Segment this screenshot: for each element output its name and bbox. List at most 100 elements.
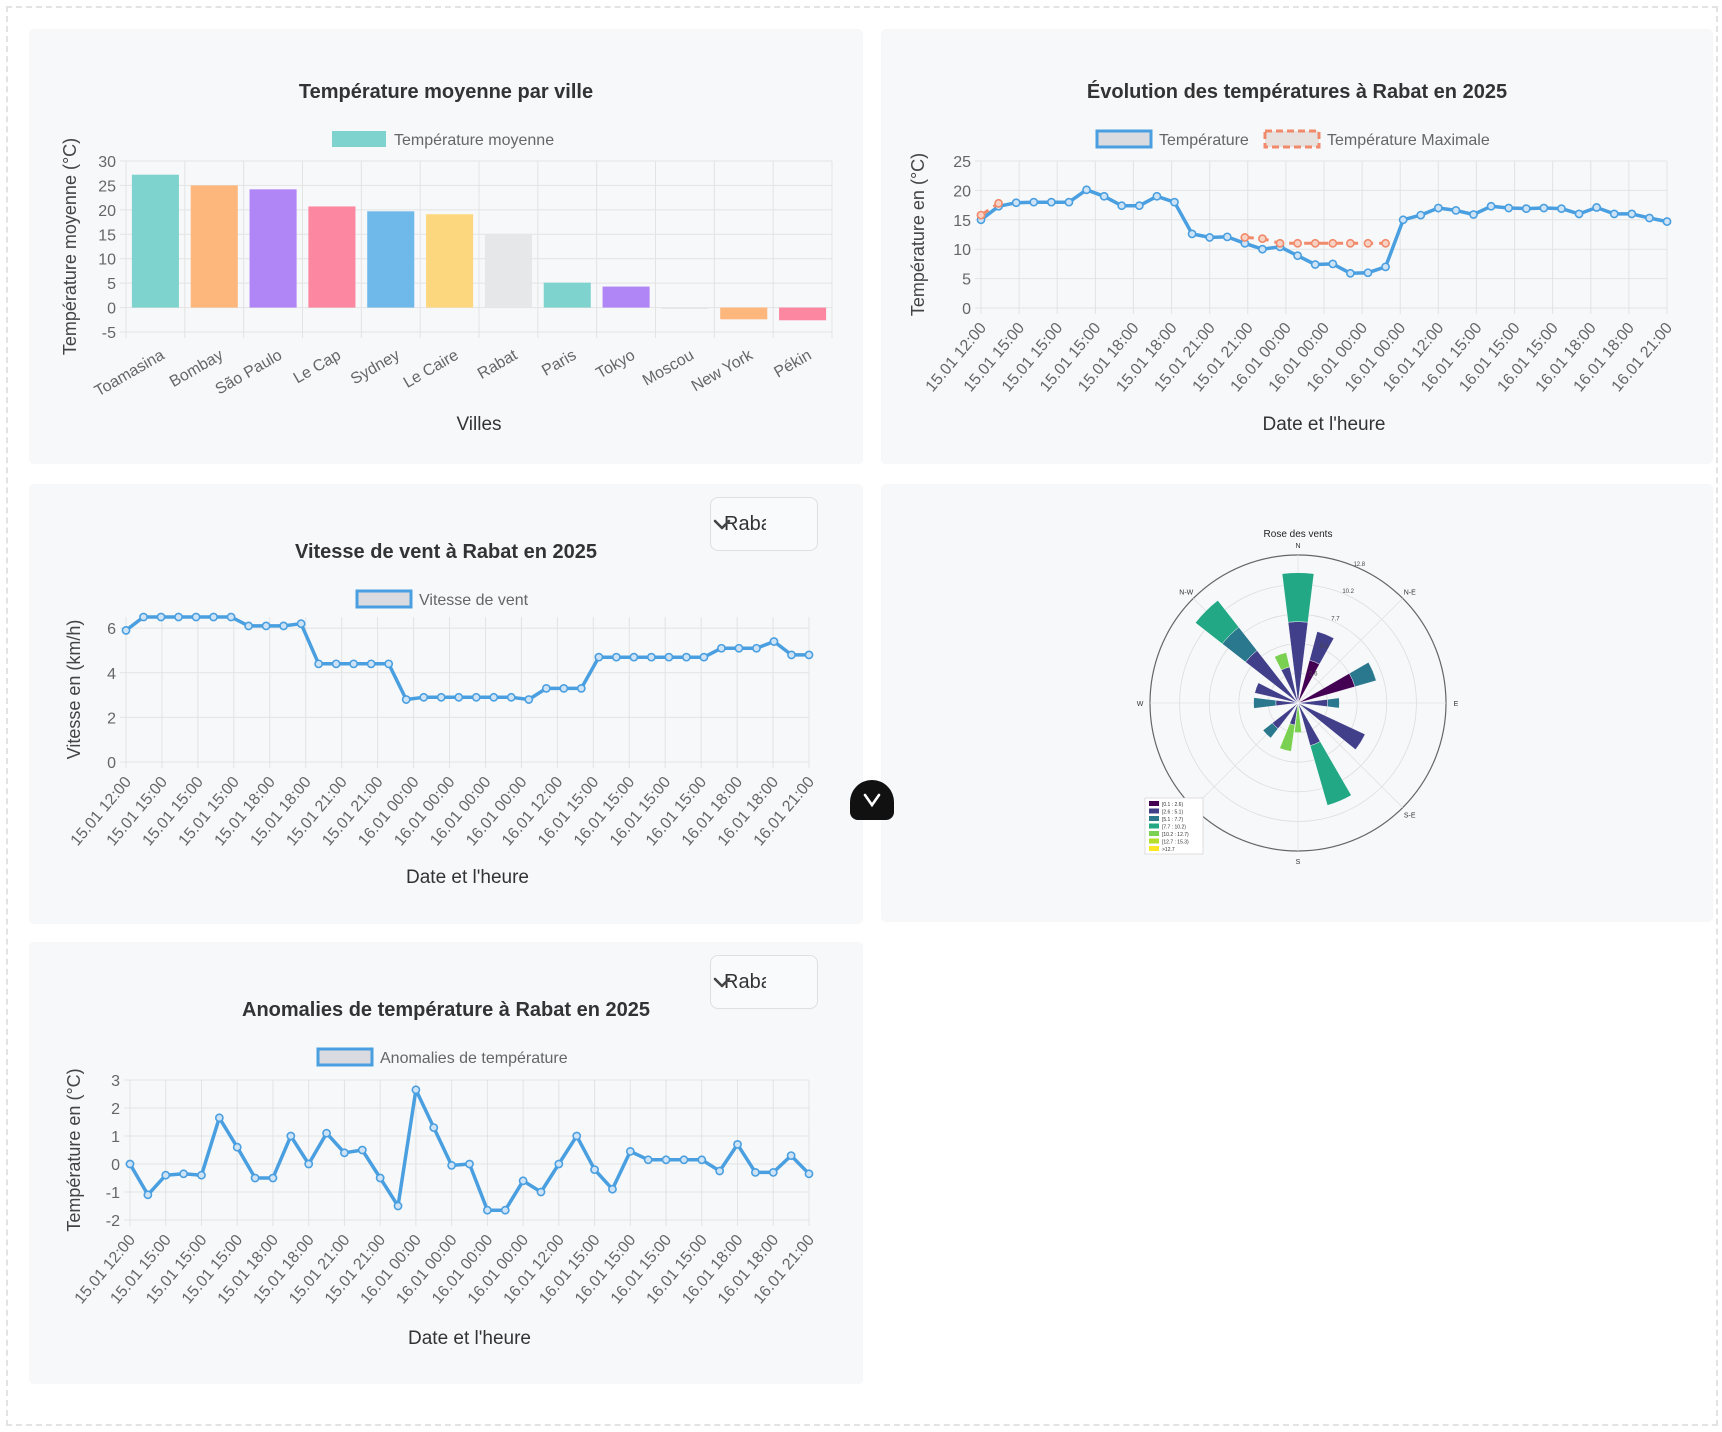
data-point [1310, 238, 1320, 248]
data-point [1117, 201, 1127, 211]
bar-sopaulo [249, 189, 297, 308]
data-point [375, 1173, 385, 1183]
data-point [768, 1167, 778, 1177]
x-tick-label: Pékin [771, 347, 814, 382]
y-tick-label: 20 [953, 183, 971, 200]
data-point [489, 692, 499, 702]
data-point [554, 1159, 564, 1169]
rose-wedge [1327, 697, 1340, 709]
data-point [322, 1128, 331, 1138]
rose-legend-label: [7.7 : 10.2) [1162, 825, 1186, 831]
legend-swatch [316, 1047, 374, 1067]
rose-legend-label: >12.7 [1162, 847, 1175, 853]
y-tick-label: 1 [111, 1129, 120, 1146]
x-tick-label: Tokyo [593, 347, 638, 383]
chart-title: Rose des vents [1264, 529, 1333, 540]
y-tick-label: 15 [98, 227, 116, 244]
rose-legend-label: [10.2 : 12.7) [1162, 832, 1189, 838]
data-point [1328, 259, 1338, 269]
legend-swatch [355, 589, 413, 609]
data-point [786, 1151, 796, 1160]
data-point [804, 650, 814, 660]
collapse-toggle-button[interactable] [850, 780, 894, 820]
data-point [314, 659, 324, 669]
rose-legend-swatch [1149, 816, 1159, 821]
data-point [419, 692, 429, 702]
rose-direction-label: S-E [1404, 813, 1416, 820]
y-tick-label: 15 [953, 213, 971, 230]
data-point [454, 692, 464, 702]
rose-legend-swatch [1149, 801, 1159, 806]
data-point [536, 1187, 546, 1197]
y-tick-label: -5 [102, 325, 116, 342]
x-axis-label: Villes [456, 414, 501, 435]
data-point [559, 683, 569, 693]
y-axis-label: Température moyenne (°C) [60, 138, 80, 355]
data-point [304, 1159, 314, 1169]
legend-swatch [1263, 129, 1321, 149]
data-point [1398, 215, 1408, 225]
x-tick-label: Rabat [475, 346, 521, 382]
data-point [664, 652, 674, 662]
city-select-wind[interactable]: Rabat [710, 497, 818, 551]
y-tick-label: -2 [106, 1213, 120, 1230]
data-point [261, 621, 271, 631]
temp-evolution-chart: Évolution des températures à Rabat en 20… [908, 80, 1676, 435]
data-point [1557, 204, 1566, 214]
chevron-down-icon [713, 519, 731, 530]
y-tick-label: 2 [111, 1101, 120, 1118]
temp-evolution-panel: Évolution des températures à Rabat en 20… [882, 30, 1712, 463]
data-point [1363, 268, 1373, 278]
data-point [590, 1165, 599, 1174]
data-point [661, 1155, 671, 1165]
y-tick-label: 2 [107, 710, 116, 727]
data-point [1363, 238, 1373, 248]
data-point [611, 652, 621, 662]
data-point [244, 621, 253, 631]
rose-legend-swatch [1149, 838, 1159, 844]
data-point [384, 659, 394, 669]
data-point [411, 1085, 421, 1095]
data-point [1539, 203, 1549, 213]
chart-title: Vitesse de vent à Rabat en 2025 [295, 541, 597, 563]
data-point [1258, 244, 1267, 254]
data-point [1433, 203, 1443, 213]
data-point [197, 1170, 206, 1180]
data-point [1345, 238, 1355, 248]
data-point [179, 1169, 189, 1179]
data-point [471, 692, 481, 702]
data-point [750, 1167, 760, 1177]
rose-legend-swatch [1149, 823, 1159, 829]
data-point [643, 1155, 653, 1165]
data-point [500, 1205, 510, 1215]
data-point [1275, 238, 1285, 248]
chart-title: Température moyenne par ville [299, 81, 593, 103]
legend-label: Température moyenne [394, 132, 554, 149]
data-point [1310, 260, 1320, 269]
data-point [715, 1166, 725, 1176]
chevron-down-icon [713, 977, 731, 988]
data-point [1134, 201, 1144, 211]
legend-swatch [1095, 129, 1153, 149]
data-point [1328, 238, 1338, 248]
data-point [1416, 210, 1426, 220]
data-point [357, 1145, 367, 1155]
y-tick-label: 5 [107, 276, 116, 293]
rose-ring-label: 10.2 [1342, 589, 1354, 595]
data-point [331, 659, 341, 669]
data-point [572, 1131, 582, 1141]
data-point [1222, 232, 1232, 242]
rose-direction-label: N-W [1179, 589, 1193, 596]
bar-sydney [367, 211, 415, 308]
data-point [1609, 209, 1619, 219]
city-select-anomaly[interactable]: Rabat [710, 955, 818, 1009]
data-point [769, 637, 779, 646]
data-point [646, 652, 656, 662]
data-point [156, 612, 166, 622]
data-point [139, 612, 148, 622]
x-axis-label: Date et l'heure [1263, 414, 1386, 435]
y-axis-label: Vitesse en (km/h) [64, 620, 84, 760]
data-point [1469, 210, 1478, 219]
data-point [250, 1173, 260, 1183]
bar-tokyo [602, 286, 650, 308]
